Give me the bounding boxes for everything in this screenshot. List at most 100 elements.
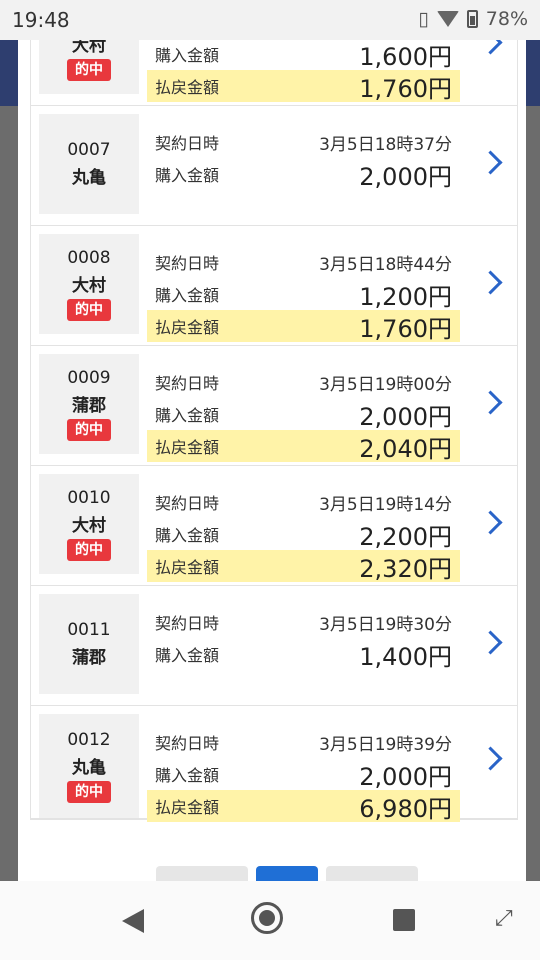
contract-date-label: 契約日時	[155, 374, 220, 393]
contract-date-line: 契約日時 3月5日18時37分	[147, 126, 460, 158]
purchase-label: 購入金額	[155, 646, 220, 665]
race-id-box: 0010 大村 的中	[39, 474, 139, 574]
venue-name: 蒲郡	[72, 648, 106, 668]
refund-amount: 1,760円	[359, 74, 452, 103]
history-row[interactable]: 0012 丸亀 的中 契約日時 3月5日19時39分 購入金額 2,000円 払…	[31, 706, 517, 823]
purchase-label: 購入金額	[155, 46, 220, 65]
history-modal: 0006 大村 的中 契約日時 3月5日18時17分 購入金額 1,600円 払…	[18, 0, 526, 881]
refund-label: 払戻金額	[155, 78, 220, 97]
refund-line: 払戻金額 2,320円	[147, 550, 460, 583]
race-id-box: 0012 丸亀 的中	[39, 714, 139, 818]
venue-name: 丸亀	[72, 757, 106, 778]
contract-date-label: 契約日時	[155, 614, 220, 633]
history-row[interactable]: 0007 丸亀 契約日時 3月5日18時37分 購入金額 2,000円	[31, 106, 517, 226]
battery-percent: 78%	[485, 8, 528, 30]
next-page-button[interactable]	[326, 866, 418, 881]
race-number: 0012	[67, 729, 111, 750]
purchase-amount: 1,400円	[359, 642, 452, 671]
row-details: 契約日時 3月5日19時14分 購入金額 2,200円 払戻金額 2,320円	[147, 486, 460, 583]
back-triangle-icon[interactable]	[122, 909, 144, 933]
status-time: 19:48	[12, 8, 70, 32]
battery-icon	[466, 10, 478, 28]
purchase-line: 購入金額 1,400円	[147, 638, 460, 671]
purchase-line: 購入金額 1,200円	[147, 278, 460, 311]
chevron-right-icon[interactable]	[478, 269, 503, 295]
venue-name: 丸亀	[72, 168, 106, 188]
race-number: 0010	[67, 487, 111, 508]
history-row[interactable]: 0008 大村 的中 契約日時 3月5日18時44分 購入金額 1,200円 払…	[31, 226, 517, 346]
contract-date-label: 契約日時	[155, 734, 220, 753]
refund-label: 払戻金額	[155, 798, 220, 817]
purchase-label: 購入金額	[155, 166, 220, 185]
race-number: 0009	[67, 367, 111, 388]
chevron-right-icon[interactable]	[478, 629, 503, 655]
race-id-box: 0009 蒲郡 的中	[39, 354, 139, 454]
refund-line: 払戻金額 2,040円	[147, 430, 460, 463]
rotate-icon[interactable]: ⤢	[495, 906, 517, 932]
refund-label: 払戻金額	[155, 318, 220, 337]
prev-page-button[interactable]	[156, 866, 248, 881]
hit-badge: 的中	[67, 58, 111, 81]
contract-date-line: 契約日時 3月5日18時44分	[147, 246, 460, 278]
contract-date-value: 3月5日18時44分	[319, 254, 452, 275]
venue-name: 大村	[72, 515, 106, 536]
purchase-line: 購入金額 2,200円	[147, 518, 460, 551]
race-number: 0011	[67, 620, 111, 640]
contract-date-value: 3月5日19時14分	[319, 494, 452, 515]
chevron-right-icon[interactable]	[478, 509, 503, 535]
race-id-box: 0008 大村 的中	[39, 234, 139, 334]
chevron-right-icon[interactable]	[478, 389, 503, 415]
contract-date-value: 3月5日19時39分	[319, 734, 452, 755]
history-row[interactable]: 0009 蒲郡 的中 契約日時 3月5日19時00分 購入金額 2,000円 払…	[31, 346, 517, 466]
chevron-right-icon[interactable]	[478, 149, 503, 175]
wifi-icon	[436, 11, 459, 27]
status-icons: ▯ 78%	[418, 8, 528, 30]
contract-date-label: 契約日時	[155, 254, 220, 273]
hit-badge: 的中	[67, 780, 111, 803]
purchase-line: 購入金額 1,600円	[147, 38, 460, 71]
hit-badge: 的中	[67, 298, 111, 321]
row-details: 契約日時 3月5日18時44分 購入金額 1,200円 払戻金額 1,760円	[147, 246, 460, 343]
hit-badge: 的中	[67, 538, 111, 561]
purchase-line: 購入金額 2,000円	[147, 758, 460, 791]
row-details: 契約日時 3月5日19時00分 購入金額 2,000円 払戻金額 2,040円	[147, 366, 460, 463]
purchase-amount: 2,200円	[359, 522, 452, 551]
refund-line: 払戻金額 1,760円	[147, 70, 460, 103]
contract-date-line: 契約日時 3月5日19時39分	[147, 726, 460, 758]
contract-date-value: 3月5日19時30分	[319, 614, 452, 635]
history-row[interactable]: 0010 大村 的中 契約日時 3月5日19時14分 購入金額 2,200円 払…	[31, 466, 517, 586]
current-page-button[interactable]	[256, 866, 318, 881]
row-details: 契約日時 3月5日19時39分 購入金額 2,000円 払戻金額 6,980円	[147, 726, 460, 823]
refund-amount: 2,320円	[359, 554, 452, 583]
purchase-line: 購入金額 2,000円	[147, 158, 460, 191]
race-number: 0007	[67, 140, 111, 160]
purchase-label: 購入金額	[155, 406, 220, 425]
race-id-box: 0011 蒲郡	[39, 594, 139, 694]
venue-name: 蒲郡	[72, 395, 106, 416]
recents-square-icon[interactable]	[393, 909, 415, 931]
chevron-right-icon[interactable]	[478, 746, 503, 771]
purchase-label: 購入金額	[155, 526, 220, 545]
venue-name: 大村	[72, 275, 106, 296]
purchase-label: 購入金額	[155, 286, 220, 305]
refund-label: 払戻金額	[155, 438, 220, 457]
home-circle-icon[interactable]	[251, 902, 283, 934]
android-nav-bar: ⤢	[0, 881, 540, 960]
refund-amount: 1,760円	[359, 314, 452, 343]
purchase-line: 購入金額 2,000円	[147, 398, 460, 431]
purchase-amount: 2,000円	[359, 162, 452, 191]
refund-line: 払戻金額 1,760円	[147, 310, 460, 343]
contract-date-value: 3月5日18時37分	[319, 134, 452, 155]
history-row[interactable]: 0011 蒲郡 契約日時 3月5日19時30分 購入金額 1,400円	[31, 586, 517, 706]
row-details: 契約日時 3月5日19時30分 購入金額 1,400円	[147, 606, 460, 671]
pagination	[156, 866, 418, 881]
refund-amount: 2,040円	[359, 434, 452, 463]
contract-date-line: 契約日時 3月5日19時14分	[147, 486, 460, 518]
purchase-amount: 1,600円	[359, 42, 452, 71]
race-id-box: 0007 丸亀	[39, 114, 139, 214]
purchase-amount: 1,200円	[359, 282, 452, 311]
race-number: 0008	[67, 247, 111, 268]
contract-date-label: 契約日時	[155, 134, 220, 153]
contract-date-label: 契約日時	[155, 494, 220, 513]
contract-date-value: 3月5日19時00分	[319, 374, 452, 395]
